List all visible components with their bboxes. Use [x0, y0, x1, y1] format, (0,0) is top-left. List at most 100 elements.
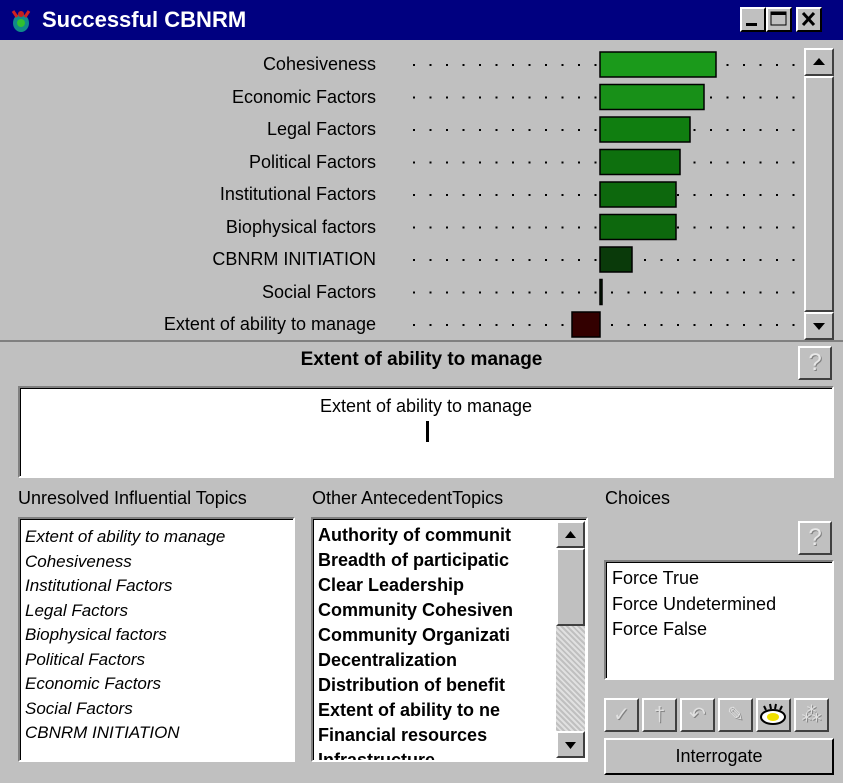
- chart-dot: [429, 129, 432, 131]
- scroll-thumb[interactable]: [804, 76, 834, 312]
- chart-category-label[interactable]: Extent of ability to manage: [12, 313, 376, 335]
- chart-bar[interactable]: [599, 83, 705, 111]
- unresolved-topic-item[interactable]: Economic Factors: [25, 672, 293, 697]
- antecedent-topic-item[interactable]: Authority of communit: [318, 523, 554, 548]
- chart-dot: [611, 291, 613, 294]
- chart-dot: [660, 324, 663, 326]
- chart-dot: [776, 291, 778, 294]
- chart-dot: [578, 129, 580, 131]
- chart-plot: [413, 51, 795, 338]
- chart-dot: [710, 161, 712, 164]
- triangle-down-icon: [813, 323, 825, 330]
- maximize-icon: [770, 11, 787, 26]
- chart-dot: [726, 96, 729, 99]
- chart-dot: [495, 291, 498, 294]
- interrogate-button[interactable]: Interrogate: [604, 738, 834, 775]
- triangle-up-icon: [565, 531, 576, 538]
- choice-item[interactable]: Force False: [612, 617, 832, 643]
- antecedent-topic-item[interactable]: Community Cohesiven: [318, 598, 554, 623]
- network-button[interactable]: ⁂: [794, 698, 829, 732]
- antecedent-topics-list[interactable]: Authority of communit Breadth of particip…: [311, 517, 588, 762]
- chart-bar[interactable]: [599, 246, 633, 273]
- antecedent-topic-item[interactable]: Distribution of benefit: [318, 673, 554, 698]
- chart-dot: [594, 259, 597, 261]
- chart-bar[interactable]: [599, 278, 603, 306]
- unresolved-topic-item[interactable]: Extent of ability to manage: [25, 525, 293, 550]
- choices-help-button[interactable]: ?: [798, 521, 832, 555]
- view-button[interactable]: [756, 698, 791, 732]
- chart-dot: [545, 161, 547, 164]
- antecedent-scroll-down-button[interactable]: [556, 731, 585, 758]
- minimize-button[interactable]: [740, 7, 766, 32]
- antecedent-topic-item[interactable]: Clear Leadership: [318, 573, 554, 598]
- antecedent-scroll-up-button[interactable]: [556, 521, 585, 548]
- chart-dot: [693, 129, 696, 131]
- close-button[interactable]: [796, 7, 822, 32]
- chart-dot: [495, 161, 498, 164]
- chart-dot: [512, 64, 514, 66]
- chart-dot: [429, 96, 432, 99]
- chart-category-label[interactable]: Economic Factors: [12, 86, 376, 108]
- undo-button[interactable]: ↶: [680, 698, 715, 732]
- unresolved-topic-item[interactable]: CBNRM INITIATION: [25, 721, 293, 746]
- antecedent-topic-item[interactable]: Extent of ability to ne: [318, 698, 554, 723]
- chart-category-label[interactable]: Biophysical factors: [12, 216, 376, 238]
- antecedent-topic-item[interactable]: Financial resources: [318, 723, 554, 748]
- chart-category-label[interactable]: Cohesiveness: [12, 53, 376, 75]
- checkmark-button[interactable]: ✓: [604, 698, 639, 732]
- chart-dot: [545, 96, 547, 99]
- edit-button[interactable]: ✎: [718, 698, 753, 732]
- scroll-up-button[interactable]: [804, 48, 834, 76]
- chart-dot: [743, 96, 745, 99]
- dagger-check-button[interactable]: †: [642, 698, 677, 732]
- maximize-button[interactable]: [766, 7, 792, 32]
- antecedent-topic-item[interactable]: Decentralization: [318, 648, 554, 673]
- chart-bar[interactable]: [599, 148, 681, 176]
- choices-list[interactable]: Force True Force Undetermined Force False: [604, 560, 834, 680]
- antecedent-topic-item[interactable]: Breadth of participatic: [318, 548, 554, 573]
- chart-dot: [726, 129, 729, 131]
- chart-dot: [413, 64, 415, 66]
- unresolved-topic-item[interactable]: Political Factors: [25, 648, 293, 673]
- chart-scrollbar[interactable]: [804, 48, 834, 340]
- antecedent-topic-item[interactable]: Infrastructure: [318, 748, 554, 760]
- chart-category-label[interactable]: Institutional Factors: [12, 183, 376, 205]
- chart-dot: [545, 291, 547, 294]
- chart-dot: [644, 259, 646, 261]
- chart-dot: [561, 226, 564, 229]
- unresolved-topic-item[interactable]: Cohesiveness: [25, 550, 293, 575]
- chart-dot: [759, 64, 762, 66]
- checkmark-icon: ✓: [613, 704, 630, 726]
- scroll-down-button[interactable]: [804, 312, 834, 340]
- chart-bar[interactable]: [599, 116, 691, 143]
- unresolved-topic-item[interactable]: Social Factors: [25, 697, 293, 722]
- chart-bar[interactable]: [599, 213, 677, 241]
- chart-category-label[interactable]: Political Factors: [12, 151, 376, 173]
- unresolved-topic-item[interactable]: Legal Factors: [25, 599, 293, 624]
- chart-category-label[interactable]: Legal Factors: [12, 118, 376, 140]
- chart-dot: [693, 324, 696, 326]
- chart-dot: [413, 226, 415, 229]
- antecedent-scrollbar[interactable]: [556, 521, 585, 758]
- antecedent-scroll-thumb[interactable]: [556, 548, 585, 626]
- antecedent-topic-item[interactable]: Community Organizati: [318, 623, 554, 648]
- choice-item[interactable]: Force Undetermined: [612, 592, 832, 618]
- chart-category-label[interactable]: CBNRM INITIATION: [12, 248, 376, 270]
- antecedent-topics-label: Other AntecedentTopics: [312, 488, 504, 508]
- chart-dot: [710, 259, 712, 261]
- chart-dot: [677, 324, 679, 326]
- unresolved-topic-item[interactable]: Biophysical factors: [25, 623, 293, 648]
- chart-dot: [413, 96, 415, 99]
- dagger-check-icon: †: [653, 704, 666, 726]
- choice-item[interactable]: Force True: [612, 566, 832, 592]
- chart-bar[interactable]: [599, 181, 677, 208]
- chart-dot: [726, 291, 729, 294]
- topic-help-button[interactable]: ?: [798, 346, 832, 380]
- unresolved-topic-item[interactable]: Institutional Factors: [25, 574, 293, 599]
- chart-dot: [512, 259, 514, 261]
- chart-bar[interactable]: [571, 311, 601, 338]
- chart-bar[interactable]: [599, 51, 717, 78]
- unresolved-topics-list[interactable]: Extent of ability to manage Cohesiveness I…: [18, 517, 295, 762]
- chart-category-label[interactable]: Social Factors: [12, 281, 376, 303]
- chart-dot: [512, 96, 514, 99]
